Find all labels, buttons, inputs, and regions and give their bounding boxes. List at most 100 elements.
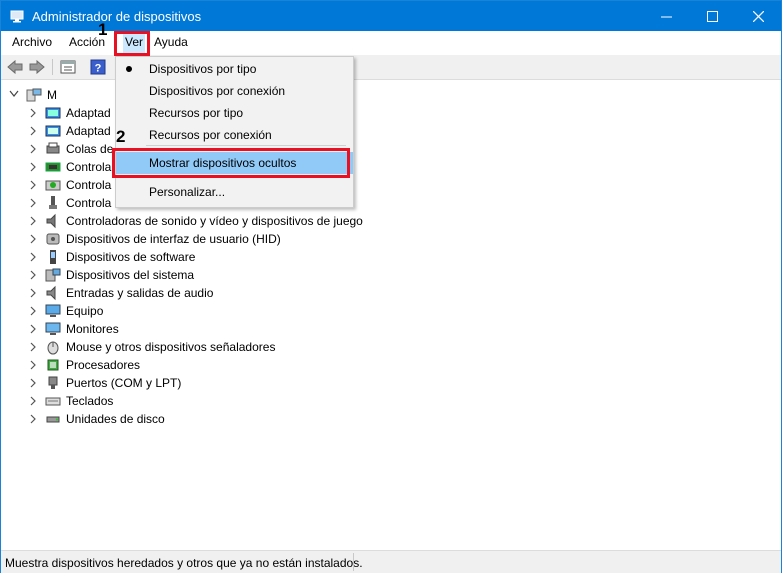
status-divider	[353, 553, 354, 571]
menu-option-devices-by-connection[interactable]: Dispositivos por conexión	[116, 80, 353, 102]
usb-controller-icon	[45, 180, 61, 191]
tree-category-item[interactable]: Monitores	[1, 320, 501, 338]
chevron-right-icon[interactable]	[28, 215, 38, 227]
monitor-icon	[45, 322, 61, 335]
ver-dropdown-menu: Dispositivos por tipo Dispositivos por c…	[115, 56, 354, 208]
menu-option-label: Dispositivos por conexión	[149, 84, 286, 98]
svg-text:?: ?	[95, 63, 102, 75]
chevron-right-icon[interactable]	[28, 161, 38, 173]
tree-category-item[interactable]: Dispositivos del sistema	[1, 266, 501, 284]
tree-category-item[interactable]: Equipo	[1, 302, 501, 320]
tree-category-label: Equipo	[66, 304, 104, 318]
chevron-right-icon[interactable]	[28, 107, 38, 119]
menu-option-customize[interactable]: Personalizar...	[116, 181, 353, 203]
tree-category-item[interactable]: Mouse y otros dispositivos señaladores	[1, 338, 501, 356]
tree-category-label: Teclados	[66, 394, 114, 408]
mouse-icon	[47, 341, 59, 355]
menu-option-label: Personalizar...	[149, 185, 226, 199]
annotation-box-ver	[114, 31, 150, 56]
tree-category-item[interactable]: Entradas y salidas de audio	[1, 284, 501, 302]
tree-category-item[interactable]: Procesadores	[1, 356, 501, 374]
menu-option-resources-by-connection[interactable]: Recursos por conexión	[116, 124, 353, 146]
chevron-right-icon[interactable]	[28, 377, 38, 389]
menu-archivo[interactable]: Archivo	[12, 35, 52, 49]
tree-category-label: Controla	[66, 196, 112, 210]
status-text: Muestra dispositivos heredados y otros q…	[5, 556, 363, 570]
chevron-right-icon[interactable]	[28, 341, 38, 353]
help-button[interactable]: ?	[89, 58, 107, 76]
tree-category-label: Unidades de disco	[66, 412, 165, 426]
tree-category-item[interactable]: Controladoras de sonido y vídeo y dispos…	[1, 212, 501, 230]
close-icon	[752, 10, 764, 22]
chevron-right-icon[interactable]	[28, 413, 38, 425]
chevron-right-icon[interactable]	[28, 125, 38, 137]
display-adapter-icon	[45, 125, 61, 137]
chevron-right-icon[interactable]	[28, 179, 38, 191]
maximize-icon	[706, 10, 718, 22]
tree-root-label: M	[47, 88, 57, 102]
tree-category-label: Controladoras de sonido y vídeo y dispos…	[66, 214, 363, 228]
properties-icon	[60, 60, 76, 74]
tree-category-label: Adaptad	[66, 106, 111, 120]
tree-category-label: Controla	[66, 160, 112, 174]
annotation-step-1: 1	[98, 20, 108, 39]
chevron-right-icon[interactable]	[28, 233, 38, 245]
print-queue-icon	[46, 142, 60, 154]
sound-icon	[46, 213, 56, 229]
chevron-right-icon[interactable]	[28, 143, 38, 155]
disk-drive-icon	[46, 416, 60, 423]
annotation-box-show-hidden	[112, 148, 350, 178]
chevron-right-icon[interactable]	[28, 359, 38, 371]
tree-category-label: Adaptad	[66, 124, 111, 138]
chevron-right-icon[interactable]	[28, 197, 38, 209]
chevron-right-icon[interactable]	[28, 323, 38, 335]
chevron-right-icon[interactable]	[28, 287, 38, 299]
port-icon	[48, 376, 58, 389]
software-device-icon	[50, 250, 56, 264]
tree-category-item[interactable]: Dispositivos de software	[1, 248, 501, 266]
tree-category-label: Dispositivos de software	[66, 250, 196, 264]
device-manager-window: Administrador de dispositivos Archivo Ac…	[0, 0, 782, 573]
chevron-down-icon[interactable]	[9, 90, 19, 98]
window-title: Administrador de dispositivos	[32, 9, 202, 24]
system-device-icon	[45, 268, 61, 282]
toolbar-divider	[52, 59, 53, 75]
help-icon: ?	[90, 59, 106, 75]
radio-bullet-icon	[126, 66, 132, 72]
minimize-icon	[660, 16, 672, 17]
menu-option-resources-by-type[interactable]: Recursos por tipo	[116, 102, 353, 124]
close-button[interactable]	[735, 1, 781, 31]
tree-category-item[interactable]: Unidades de disco	[1, 410, 501, 428]
device-manager-app-icon	[10, 10, 24, 23]
menu-option-label: Recursos por tipo	[149, 106, 244, 120]
chevron-right-icon[interactable]	[28, 251, 38, 263]
title-bar: Administrador de dispositivos	[1, 1, 781, 31]
tree-category-label: Procesadores	[66, 358, 141, 372]
menu-ayuda[interactable]: Ayuda	[154, 35, 188, 49]
computer-icon	[45, 304, 61, 317]
forward-button[interactable]	[28, 58, 46, 76]
back-button[interactable]	[6, 58, 24, 76]
chevron-right-icon[interactable]	[28, 305, 38, 317]
keyboard-icon	[45, 397, 61, 406]
tree-category-item[interactable]: Puertos (COM y LPT)	[1, 374, 501, 392]
forward-arrow-icon	[29, 60, 45, 74]
computer-icon	[26, 88, 42, 102]
properties-button[interactable]	[59, 58, 77, 76]
tree-category-label: Monitores	[66, 322, 119, 336]
processor-icon	[47, 359, 59, 371]
tree-category-item[interactable]: Teclados	[1, 392, 501, 410]
menu-option-devices-by-type[interactable]: Dispositivos por tipo	[116, 58, 353, 80]
storage-controller-icon	[45, 162, 61, 172]
hid-icon	[46, 233, 60, 245]
menu-option-label: Recursos por conexión	[149, 128, 272, 142]
minimize-button[interactable]	[643, 1, 689, 31]
menu-separator	[146, 145, 346, 146]
annotation-step-2: 2	[116, 127, 126, 146]
chevron-right-icon[interactable]	[28, 269, 38, 281]
maximize-button[interactable]	[689, 1, 735, 31]
audio-io-icon	[46, 285, 56, 301]
network-adapter-icon	[45, 107, 61, 119]
chevron-right-icon[interactable]	[28, 395, 38, 407]
tree-category-item[interactable]: Dispositivos de interfaz de usuario (HID…	[1, 230, 501, 248]
